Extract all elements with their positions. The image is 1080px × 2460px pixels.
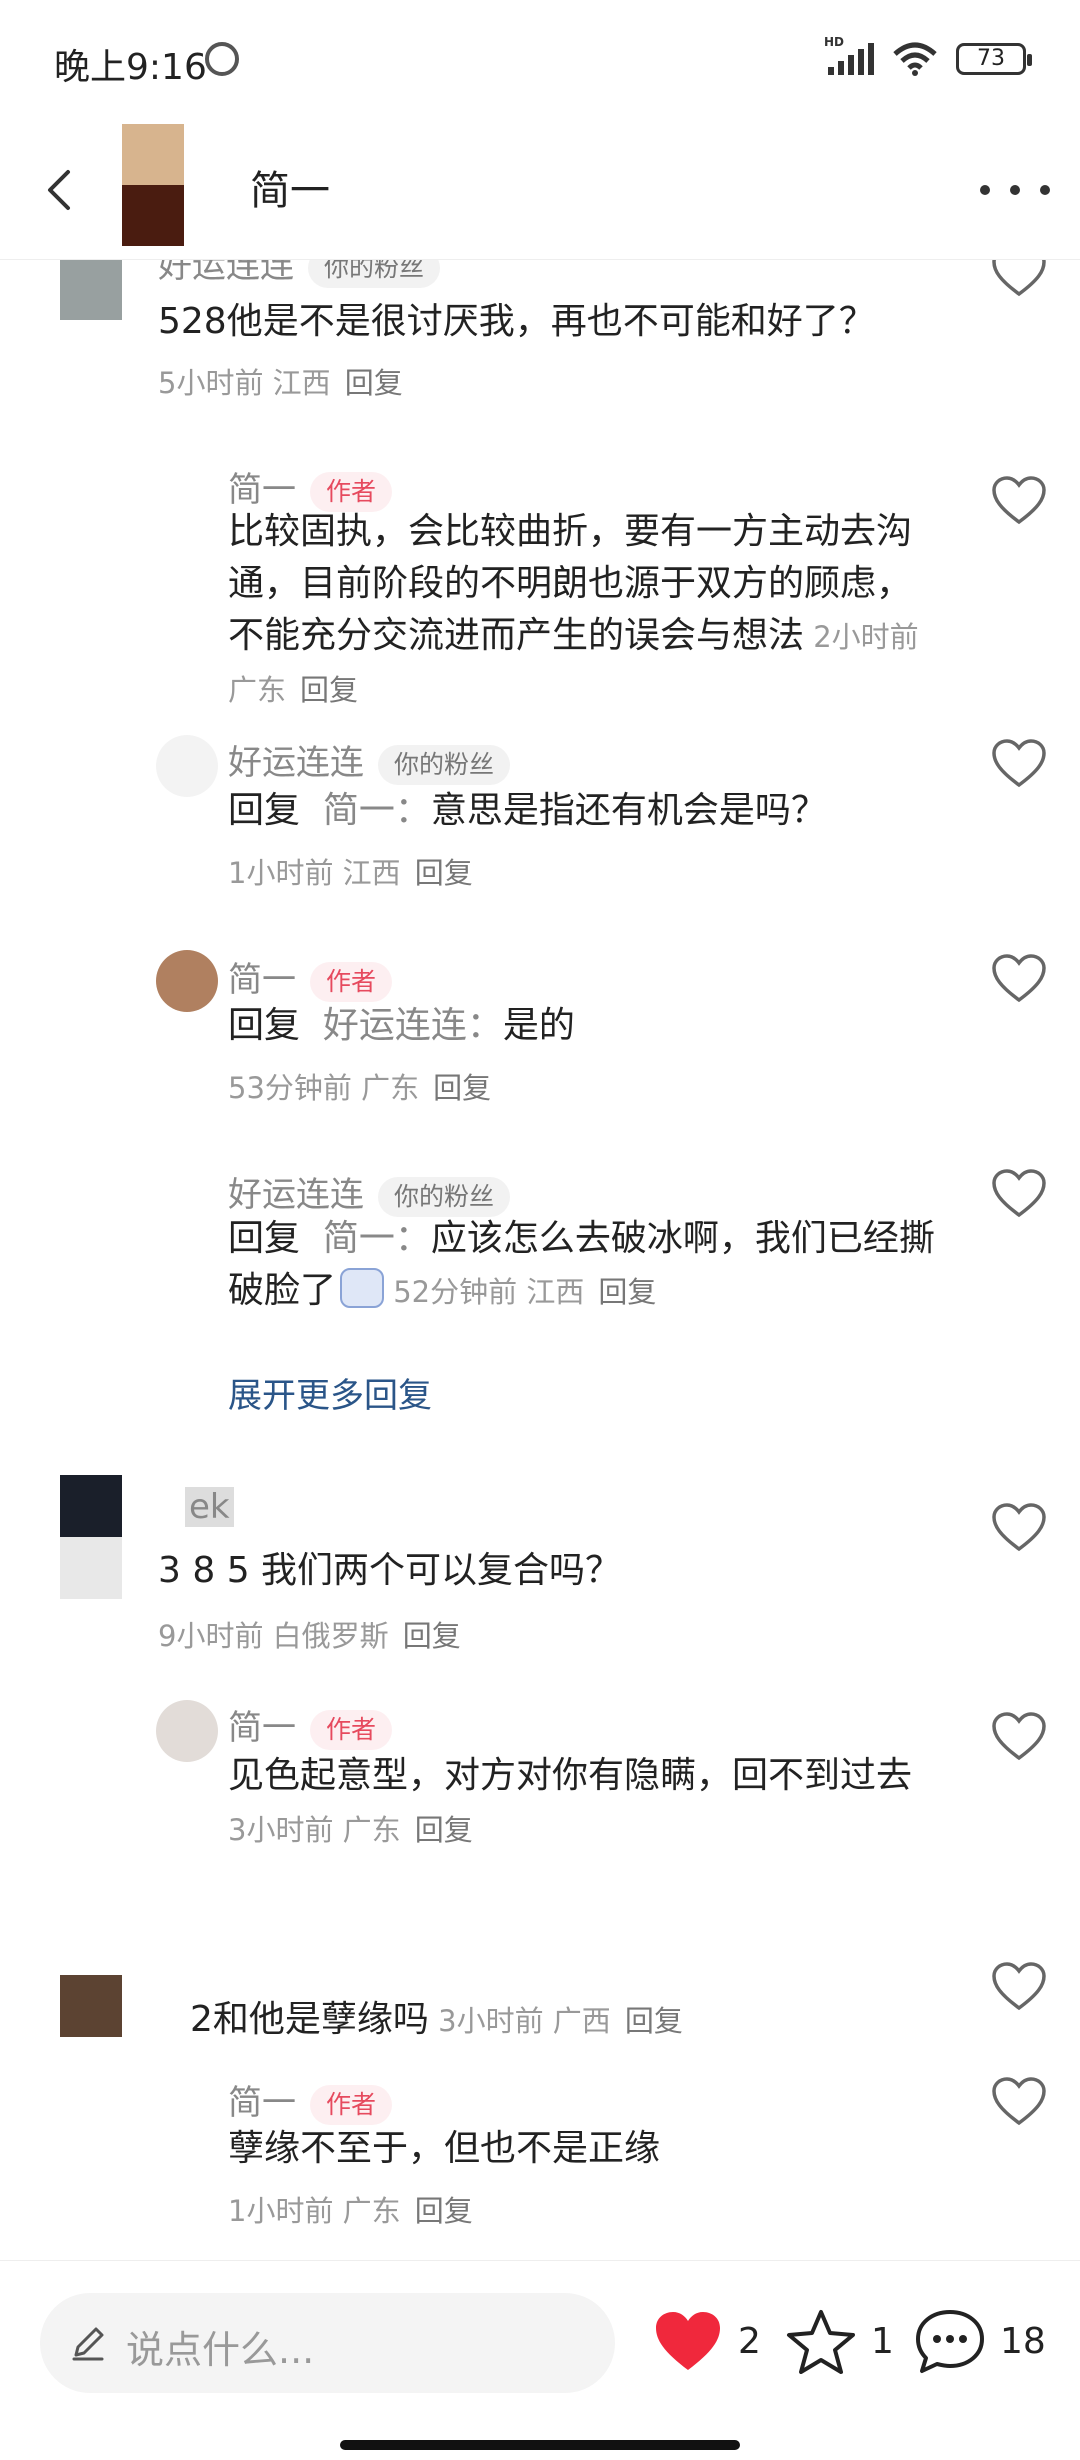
reply-meta: 1小时前 江西 回复 bbox=[228, 856, 473, 890]
reply-author[interactable]: 好运连连 你的粉丝 bbox=[228, 1167, 511, 1217]
crying-emoji-icon bbox=[340, 1268, 385, 1308]
status-icons: HD 73 bbox=[824, 35, 1032, 76]
favorite-count: 1 bbox=[871, 2320, 894, 2362]
fan-badge: 你的粉丝 bbox=[378, 1176, 511, 1217]
heart-outline-icon bbox=[992, 476, 1046, 525]
heart-outline-icon bbox=[992, 1962, 1046, 2011]
page-title: 简一 bbox=[250, 168, 330, 214]
like-button[interactable] bbox=[990, 1710, 1048, 1762]
heart-outline-icon bbox=[992, 1169, 1046, 1218]
reply-author[interactable]: 简一 作者 bbox=[228, 952, 393, 1002]
heart-outline-icon bbox=[992, 2077, 1046, 2126]
pencil-icon bbox=[68, 2323, 108, 2363]
like-count: 2 bbox=[738, 2320, 761, 2362]
expand-more-replies-link[interactable]: 展开更多回复 bbox=[228, 1368, 432, 1417]
like-post-button[interactable]: 2 bbox=[652, 2301, 761, 2381]
back-button[interactable] bbox=[30, 160, 90, 220]
fan-badge: 你的粉丝 bbox=[308, 260, 441, 288]
signal-icon: HD bbox=[824, 35, 874, 75]
reply-button[interactable]: 回复 bbox=[415, 1813, 473, 1847]
comment-author[interactable]: 好运连连 你的粉丝 bbox=[158, 260, 441, 288]
like-button[interactable] bbox=[990, 952, 1048, 1004]
author-avatar[interactable] bbox=[122, 124, 184, 246]
avatar[interactable] bbox=[60, 1475, 122, 1599]
reply-text[interactable]: 见色起意型，对方对你有隐瞒，回不到过去 3小时前 广东 回复 bbox=[228, 1750, 938, 1856]
reply-button[interactable]: 回复 bbox=[403, 1619, 461, 1653]
avatar[interactable] bbox=[156, 950, 218, 1012]
avatar[interactable] bbox=[156, 735, 218, 797]
reply-text[interactable]: 回复 简一：意思是指还有机会是吗？ bbox=[228, 785, 1008, 837]
input-placeholder: 说点什么... bbox=[126, 2328, 315, 2372]
status-bar: 晚上9:16 HD 73 bbox=[0, 0, 1080, 120]
like-button[interactable] bbox=[990, 474, 1048, 526]
home-indicator[interactable] bbox=[340, 2440, 740, 2450]
reply-text[interactable]: 回复 简一：应该怎么去破冰啊，我们已经撕破脸了 52分钟前 江西 回复 bbox=[228, 1213, 948, 1318]
comment-bubble-icon bbox=[916, 2310, 984, 2373]
comment-list[interactable]: 好运连连 你的粉丝 528他是不是很讨厌我，再也不可能和好了？ 5小时前 江西 回复… bbox=[0, 260, 1080, 2240]
heart-outline-icon bbox=[992, 1712, 1046, 1761]
comment-text[interactable]: 528他是不是很讨厌我，再也不可能和好了？ bbox=[158, 296, 938, 348]
reply-button[interactable]: 回复 bbox=[625, 2004, 683, 2038]
reply-button[interactable]: 回复 bbox=[300, 673, 358, 707]
back-arrow-icon bbox=[48, 170, 70, 210]
comment-meta: 3小时前 广西 回复 bbox=[438, 2004, 683, 2038]
more-button[interactable] bbox=[980, 170, 1050, 210]
wifi-icon bbox=[893, 42, 937, 76]
reply-author[interactable]: 简一 作者 bbox=[228, 2075, 393, 2125]
comment-text[interactable]: 3 8 5 我们两个可以复合吗？ bbox=[158, 1545, 938, 1597]
reply-button[interactable]: 回复 bbox=[433, 1071, 491, 1105]
comment-meta: 5小时前 江西 回复 bbox=[158, 366, 403, 400]
reply-button[interactable]: 回复 bbox=[415, 856, 473, 890]
avatar[interactable] bbox=[156, 1700, 218, 1762]
author-badge: 作者 bbox=[310, 1709, 393, 1750]
status-time: 晚上9:16 bbox=[54, 47, 207, 88]
like-button[interactable] bbox=[990, 1501, 1048, 1553]
reply-author[interactable]: 好运连连 你的粉丝 bbox=[228, 735, 511, 785]
reply-text[interactable]: 孽缘不至于，但也不是正缘 bbox=[228, 2123, 1008, 2175]
reply-button[interactable]: 回复 bbox=[598, 1275, 656, 1309]
fan-badge: 你的粉丝 bbox=[378, 744, 511, 785]
reply-button[interactable]: 回复 bbox=[345, 366, 403, 400]
favorite-button[interactable]: 1 bbox=[785, 2301, 894, 2381]
star-icon bbox=[787, 2310, 855, 2374]
avatar[interactable] bbox=[60, 1975, 122, 2037]
author-badge: 作者 bbox=[310, 961, 393, 1002]
reply-meta: 52分钟前 江西 回复 bbox=[393, 1275, 657, 1309]
avatar[interactable] bbox=[60, 260, 122, 320]
reply-meta: 53分钟前 广东 回复 bbox=[228, 1071, 492, 1105]
network-label: HD bbox=[824, 35, 845, 49]
reply-meta: 1小时前 广东 回复 bbox=[228, 2194, 473, 2228]
reply-author[interactable]: 简一 作者 bbox=[228, 1700, 393, 1750]
author-badge: 作者 bbox=[310, 2084, 393, 2125]
like-button[interactable] bbox=[990, 2075, 1048, 2127]
comment-input[interactable]: 说点什么... bbox=[40, 2293, 615, 2393]
heart-outline-icon bbox=[992, 260, 1046, 297]
comment-text[interactable]: 2和他是孽缘吗 3小时前 广西 回复 bbox=[190, 1994, 910, 2047]
reply-text[interactable]: 比较固执，会比较曲折，要有一方主动去沟通，目前阶段的不明朗也源于双方的顾虑，不能… bbox=[228, 506, 938, 716]
header: 简一 bbox=[0, 120, 1080, 260]
heart-outline-icon bbox=[992, 954, 1046, 1003]
reply-author[interactable]: 简一 作者 bbox=[228, 462, 393, 512]
heart-filled-icon bbox=[656, 2312, 720, 2370]
alarm-icon bbox=[205, 42, 239, 76]
comment-button[interactable]: 18 bbox=[914, 2301, 1046, 2381]
comment-count: 18 bbox=[1000, 2320, 1046, 2362]
comment-author[interactable]: ek bbox=[185, 1487, 234, 1527]
like-button[interactable] bbox=[990, 1960, 1048, 2012]
comment-meta: 9小时前 白俄罗斯 回复 bbox=[158, 1619, 461, 1653]
reply-button[interactable]: 回复 bbox=[415, 2194, 473, 2228]
heart-outline-icon bbox=[992, 739, 1046, 788]
bottom-action-bar: 说点什么... 2 1 18 bbox=[0, 2260, 1080, 2460]
reply-text[interactable]: 回复 好运连连：是的 bbox=[228, 1000, 1008, 1052]
like-button[interactable] bbox=[990, 737, 1048, 789]
like-button[interactable] bbox=[990, 1167, 1048, 1219]
like-button[interactable] bbox=[990, 260, 1048, 298]
heart-outline-icon bbox=[992, 1503, 1046, 1552]
battery-indicator: 73 bbox=[956, 43, 1032, 75]
